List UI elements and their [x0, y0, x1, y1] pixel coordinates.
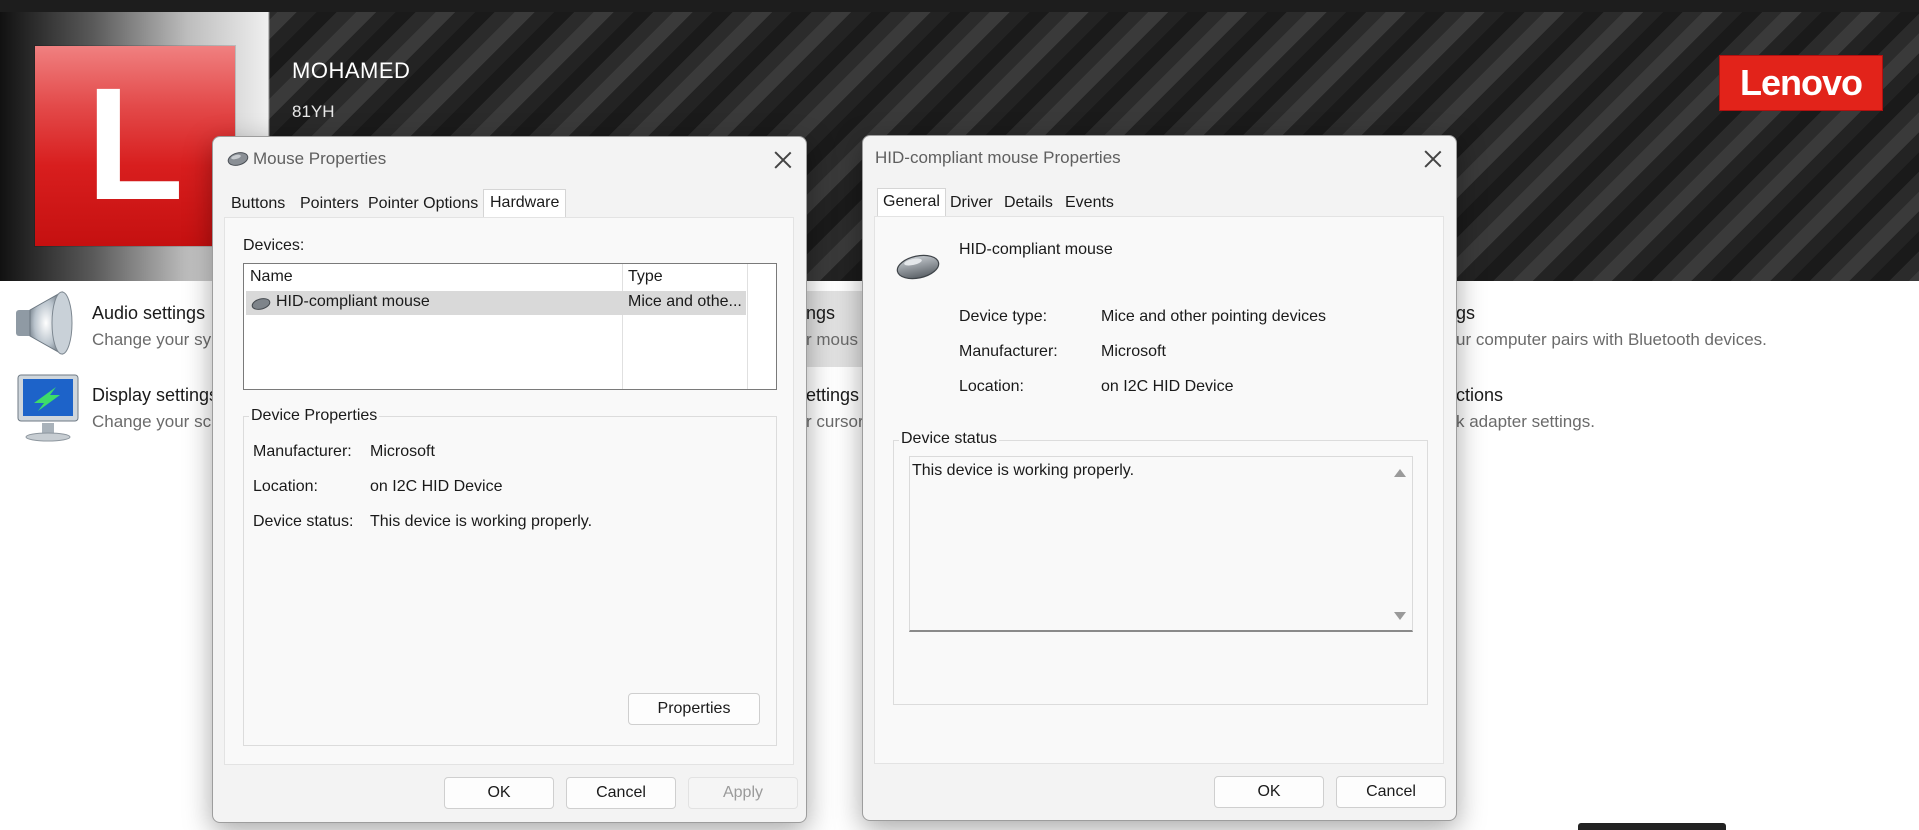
column-separator — [747, 264, 748, 389]
manufacturer-value: Microsoft — [1101, 343, 1166, 360]
top-edge-bar — [0, 0, 1919, 12]
device-properties-group-title: Device Properties — [249, 407, 380, 425]
location-label: Location: — [959, 378, 1024, 395]
tab-pointer-options[interactable]: Pointer Options — [365, 191, 481, 217]
tab-events[interactable]: Events — [1062, 190, 1117, 216]
device-status-label: Device status: — [253, 513, 354, 530]
device-status-group-title: Device status — [899, 430, 1000, 448]
device-status-textbox[interactable]: This device is working properly. — [909, 456, 1413, 632]
display-settings-item[interactable]: Display settings Change your sc — [92, 385, 218, 432]
tab-general[interactable]: General — [877, 188, 946, 219]
audio-settings-title: Audio settings — [92, 303, 206, 323]
pc-name: MOHAMED — [292, 58, 411, 83]
hid-mouse-properties-dialog: HID-compliant mouse Properties General D… — [862, 135, 1457, 821]
display-settings-title: Display settings — [92, 385, 219, 405]
location-value: on I2C HID Device — [1101, 378, 1234, 395]
scroll-down-icon[interactable] — [1394, 612, 1406, 620]
audio-settings-item[interactable]: Audio settings Change your sy — [92, 303, 211, 350]
lenovo-logo: Lenovo — [1719, 55, 1883, 111]
pointer-settings-item[interactable]: ettings r cursor — [806, 385, 864, 432]
logo-letter: L — [86, 54, 184, 233]
column-header-name[interactable]: Name — [250, 268, 293, 286]
oem-logo-tile: L — [35, 46, 235, 246]
bluetooth-settings-desc: ur computer pairs with Bluetooth devices… — [1456, 330, 1767, 349]
close-icon[interactable] — [770, 147, 796, 173]
hid-dialog-titlebar[interactable]: HID-compliant mouse Properties — [863, 136, 1456, 180]
network-settings-title: ctions — [1456, 385, 1504, 405]
ok-button[interactable]: OK — [1214, 776, 1324, 808]
device-type-value: Mice and other pointing devices — [1101, 308, 1327, 325]
manufacturer-label: Manufacturer: — [253, 443, 352, 460]
pointer-settings-title: ettings — [806, 385, 860, 405]
location-value: on I2C HID Device — [370, 478, 503, 495]
manufacturer-label: Manufacturer: — [959, 343, 1058, 360]
location-label: Location: — [253, 478, 318, 495]
tab-details[interactable]: Details — [1001, 190, 1056, 216]
mouse-settings-title: ngs — [806, 303, 836, 323]
column-header-type[interactable]: Type — [628, 268, 663, 286]
cancel-button[interactable]: Cancel — [1336, 776, 1446, 808]
ok-button[interactable]: OK — [444, 777, 554, 809]
device-type-label: Device type: — [959, 308, 1048, 325]
hid-dialog-title: HID-compliant mouse Properties — [875, 148, 1121, 167]
network-settings-item[interactable]: ctions k adapter settings. — [1456, 385, 1595, 432]
cancel-button[interactable]: Cancel — [566, 777, 676, 809]
mouse-dialog-title: Mouse Properties — [253, 149, 387, 168]
manufacturer-value: Microsoft — [370, 443, 435, 460]
column-separator — [622, 264, 623, 389]
properties-button[interactable]: Properties — [628, 693, 760, 725]
mouse-settings-item[interactable]: ngs r mous — [806, 303, 858, 350]
device-status-text: This device is working properly. — [912, 462, 1135, 479]
close-icon[interactable] — [1420, 146, 1446, 172]
display-settings-desc: Change your sc — [92, 412, 212, 431]
pointer-settings-desc: r cursor — [806, 412, 864, 431]
device-name-cell: HID-compliant mouse — [276, 293, 430, 310]
mouse-device-icon — [251, 298, 271, 310]
tab-driver[interactable]: Driver — [947, 190, 996, 216]
pc-model: 81YH — [292, 102, 335, 121]
devices-listview[interactable]: Name Type HID-compliant mouse Mice and o… — [243, 263, 777, 390]
taskbar-edge — [1578, 823, 1726, 830]
apply-button[interactable]: Apply — [688, 777, 798, 809]
display-monitor-icon — [17, 374, 79, 442]
bluetooth-settings-item[interactable]: gs ur computer pairs with Bluetooth devi… — [1456, 303, 1767, 350]
mouse-settings-desc: r mous — [806, 330, 858, 349]
scroll-up-icon[interactable] — [1394, 469, 1406, 477]
network-settings-desc: k adapter settings. — [1456, 412, 1595, 431]
mouse-properties-dialog: Mouse Properties Buttons Pointers Pointe… — [212, 136, 807, 823]
mouse-dialog-titlebar[interactable]: Mouse Properties — [213, 137, 806, 181]
tab-pointers[interactable]: Pointers — [297, 191, 362, 217]
mouse-device-icon — [896, 254, 940, 280]
speaker-icon — [16, 291, 73, 355]
mouse-icon — [227, 152, 249, 166]
device-name: HID-compliant mouse — [959, 241, 1113, 258]
device-type-cell: Mice and othe... — [628, 293, 742, 310]
tab-buttons[interactable]: Buttons — [228, 191, 288, 217]
brand-text: Lenovo — [1739, 62, 1863, 103]
devices-label: Devices: — [243, 237, 305, 254]
tab-hardware[interactable]: Hardware — [483, 189, 567, 220]
audio-settings-desc: Change your sy — [92, 330, 212, 349]
table-row[interactable]: HID-compliant mouse Mice and othe... — [246, 291, 746, 315]
bluetooth-settings-title: gs — [1456, 303, 1476, 323]
device-status-value: This device is working properly. — [370, 513, 593, 530]
